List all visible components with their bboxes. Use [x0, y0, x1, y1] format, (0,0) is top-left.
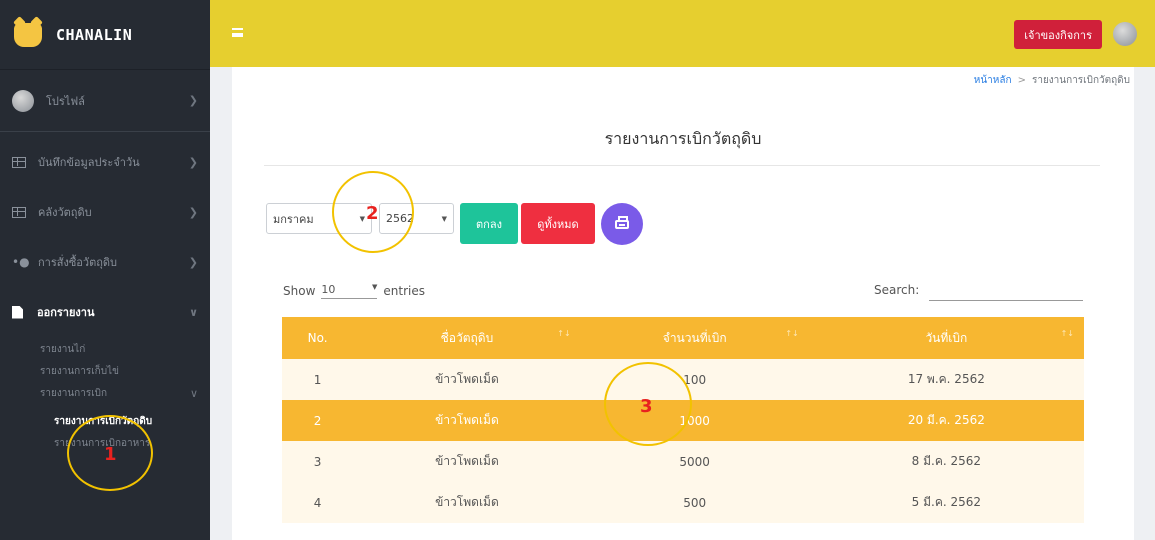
sidebar-item-label: บันทึกข้อมูลประจำวัน	[38, 156, 140, 169]
table-icon	[12, 206, 26, 218]
cell-material: ข้าวโพดเม็ด	[353, 400, 581, 441]
table-row[interactable]: 3 ข้าวโพดเม็ด 5000 8 มี.ค. 2562	[282, 441, 1084, 482]
column-header-label: วันที่เบิก	[925, 330, 968, 345]
entries-select-value: 10	[321, 283, 336, 296]
ok-button[interactable]: ตกลง	[460, 203, 518, 244]
avatar	[12, 89, 34, 112]
cell-material: ข้าวโพดเม็ด	[353, 359, 581, 400]
cell-date: 8 มี.ค. 2562	[808, 441, 1084, 482]
column-header-date[interactable]: วันที่เบิก ↑↓	[808, 317, 1084, 359]
sidebar-item-label: ออกรายงาน	[37, 306, 95, 319]
search-input[interactable]	[929, 281, 1083, 301]
cell-quantity: 500	[580, 482, 809, 523]
cell-date: 5 มี.ค. 2562	[808, 482, 1084, 523]
breadcrumb-current: รายงานการเบิกวัตถุดิบ	[1031, 75, 1130, 86]
sidebar-item-profile[interactable]: โปรไฟล์ ❯	[0, 70, 210, 132]
chevron-right-icon: ❯	[188, 94, 198, 107]
breadcrumb-separator-icon: >	[1017, 75, 1026, 86]
annotation-number-1: 1	[104, 444, 117, 465]
main-content: หน้าหลัก > รายงานการเบิกวัตถุดิบ รายงานการ…	[232, 67, 1134, 540]
cell-no: 3	[282, 441, 354, 482]
divider	[264, 165, 1100, 166]
breadcrumb: หน้าหลัก > รายงานการเบิกวัตถุดิบ	[974, 73, 1130, 88]
document-icon	[12, 305, 23, 319]
chevron-down-icon: ∨	[189, 305, 198, 319]
table-row[interactable]: 4 ข้าวโพดเม็ด 500 5 มี.ค. 2562	[282, 482, 1084, 523]
owner-button[interactable]: เจ้าของกิจการ	[1014, 20, 1102, 49]
chevron-down-icon: ∨	[189, 386, 198, 400]
table-header-row: No.↑↓ ชื่อวัตถุดิบ↑↓ จำนวนที่เบิก↑↓ วันท…	[282, 317, 1084, 359]
entries-label: entries	[383, 284, 425, 298]
month-select-value: มกราคม	[273, 212, 314, 226]
print-button[interactable]	[601, 203, 643, 245]
brand[interactable]: CHANALIN	[0, 0, 210, 70]
page-title: รายงานการเบิกวัตถุดิบ	[604, 129, 762, 148]
cell-no: 1	[282, 359, 354, 400]
cell-material: ข้าวโพดเม็ด	[353, 441, 581, 482]
annotation-number-2: 2	[366, 203, 379, 224]
sidebar-item-label: การสั่งซื้อวัตถุดิบ	[38, 256, 118, 269]
sidebar-subitem-label: รายงานการเบิก	[40, 387, 108, 399]
breadcrumb-home-link[interactable]: หน้าหลัก	[974, 75, 1012, 86]
sidebar-item-daily-record[interactable]: บันทึกข้อมูลประจำวัน ❯	[0, 142, 210, 182]
sidebar-item-inventory[interactable]: คลังวัตถุดิบ ❯	[0, 192, 210, 232]
sidebar-subitem-withdrawal[interactable]: รายงานการเบิก ∨	[0, 382, 210, 404]
column-header-no[interactable]: No.↑↓	[282, 317, 407, 359]
dots-icon: •●	[12, 255, 30, 269]
column-header-label: ชื่อวัตถุดิบ	[440, 330, 494, 345]
printer-icon	[615, 215, 629, 229]
cell-date: 20 มี.ค. 2562	[808, 400, 1084, 441]
sidebar-item-label: โปรไฟล์	[46, 94, 85, 108]
cat-logo-icon	[14, 22, 42, 47]
cell-no: 4	[282, 482, 354, 523]
annotation-number-3: 3	[640, 396, 653, 417]
cell-material: ข้าวโพดเม็ด	[353, 482, 581, 523]
entries-select[interactable]: 10 ▼	[321, 283, 378, 299]
chevron-right-icon: ❯	[188, 205, 198, 219]
sort-icon: ↑↓	[557, 328, 571, 338]
cell-date: 17 พ.ค. 2562	[808, 359, 1084, 400]
dropdown-arrow-icon: ▼	[441, 214, 447, 223]
column-header-material[interactable]: ชื่อวัตถุดิบ ↑↓	[353, 317, 581, 359]
table-length-control: Show 10 ▼ entries	[283, 283, 425, 299]
sort-icon: ↑↓	[785, 328, 799, 338]
user-avatar[interactable]	[1113, 22, 1137, 46]
chevron-right-icon: ❯	[188, 255, 198, 269]
topbar: เจ้าของกิจการ	[210, 0, 1155, 67]
table-icon	[12, 156, 26, 168]
show-all-button[interactable]: ดูทั้งหมด	[521, 203, 595, 244]
search-label: Search:	[874, 283, 920, 297]
show-label: Show	[283, 284, 316, 298]
cell-quantity: 5000	[580, 441, 809, 482]
cell-no: 2	[282, 400, 354, 441]
hamburger-menu-icon[interactable]	[232, 28, 243, 37]
sidebar-item-reports[interactable]: ออกรายงาน ∨	[0, 292, 210, 332]
chevron-right-icon: ❯	[188, 155, 198, 169]
column-header-label: จำนวนที่เบิก	[662, 330, 727, 345]
column-header-quantity[interactable]: จำนวนที่เบิก ↑↓	[580, 317, 809, 359]
sidebar-subitem-label: รายงานไก่	[40, 343, 86, 355]
sidebar-item-purchasing[interactable]: •● การสั่งซื้อวัตถุดิบ ❯	[0, 242, 210, 282]
sort-icon: ↑↓	[1060, 328, 1074, 338]
sidebar-subitem-eggs[interactable]: รายงานการเก็บไข่	[0, 360, 210, 382]
sidebar-subitem-label: รายงานการเก็บไข่	[40, 365, 119, 377]
sidebar-subitem-chicken[interactable]: รายงานไก่	[0, 338, 210, 360]
sidebar-item-label: คลังวัตถุดิบ	[38, 206, 92, 219]
brand-name: CHANALIN	[56, 25, 133, 44]
column-header-label: No.	[307, 331, 328, 345]
dropdown-arrow-icon: ▼	[372, 283, 378, 291]
